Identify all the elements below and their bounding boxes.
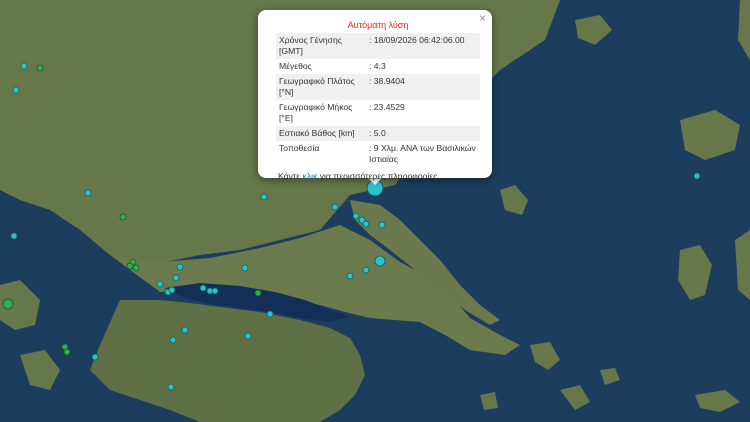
event-marker [241, 264, 249, 272]
table-row: Μέγεθος : 4.3 [276, 59, 480, 74]
event-marker [244, 332, 252, 340]
event-marker [10, 232, 18, 240]
event-marker [211, 287, 219, 295]
event-marker [12, 86, 20, 94]
earthquake-info-popup: × Αυτόματη λύση Χρόνος Γένησης [GMT] : 1… [258, 10, 492, 181]
event-marker [172, 274, 180, 282]
location-value: : 9 Χλμ. ΑΝΑ των Βασιλικών Ιστιαίας [369, 143, 476, 164]
event-marker [362, 266, 370, 274]
event-marker [378, 221, 386, 229]
longitude-label: Γεωγραφικό Μήκος [°E] [279, 102, 353, 123]
event-marker [266, 310, 274, 318]
more-info-link[interactable]: κλικ [303, 171, 318, 181]
event-marker [346, 272, 354, 280]
event-marker [260, 193, 268, 201]
popup-footer: Κάντε κλικ για περισσότερες πληροφορίες [276, 171, 480, 181]
depth-value: : 5.0 [366, 126, 480, 141]
footer-prefix-text: Κάντε [278, 171, 303, 181]
popup-title: Αυτόματη λύση [347, 20, 409, 30]
event-marker [374, 255, 386, 267]
event-marker [693, 172, 701, 180]
event-marker [169, 336, 177, 344]
event-marker [2, 298, 14, 310]
popup-details-table: Χρόνος Γένησης [GMT] : 18/09/2026 06:42:… [276, 33, 480, 167]
table-row: Εστιακό Βάθος [km] : 5.0 [276, 126, 480, 141]
event-marker [331, 203, 339, 211]
table-row: Τοποθεσία : 9 Χλμ. ΑΝΑ των Βασιλικών Ιστ… [276, 141, 480, 167]
latitude-value: : 38.9404 [366, 74, 480, 100]
event-marker [176, 263, 184, 271]
event-marker [181, 326, 189, 334]
event-marker [91, 353, 99, 361]
location-label: Τοποθεσία [279, 143, 320, 153]
footer-suffix-text: για περισσότερες πληροφορίες [317, 171, 438, 181]
event-marker [119, 213, 127, 221]
event-marker [199, 284, 207, 292]
event-marker [156, 280, 164, 288]
latitude-label: Γεωγραφικό Πλάτος [°N] [276, 74, 366, 100]
magnitude-label: Μέγεθος [279, 61, 312, 71]
event-marker [126, 262, 134, 270]
table-row: Γεωγραφικό Πλάτος [°N] : 38.9404 [276, 74, 480, 100]
event-marker [362, 220, 370, 228]
event-marker [168, 286, 176, 294]
earthquake-map[interactable]: × Αυτόματη λύση Χρόνος Γένησης [GMT] : 1… [0, 0, 750, 422]
event-marker [132, 264, 140, 272]
depth-label: Εστιακό Βάθος [km] [276, 126, 366, 141]
close-icon[interactable]: × [479, 12, 486, 24]
origin-time-value: : 18/09/2026 06:42:06.00 [366, 33, 480, 59]
table-row: Χρόνος Γένησης [GMT] : 18/09/2026 06:42:… [276, 33, 480, 59]
event-marker [352, 212, 360, 220]
event-marker [84, 189, 92, 197]
event-marker [36, 64, 44, 72]
table-row: Γεωγραφικό Μήκος [°E] : 23.4529 [276, 100, 480, 126]
event-marker [20, 62, 28, 70]
origin-time-label: Χρόνος Γένησης [GMT] [276, 33, 366, 59]
event-marker [254, 289, 262, 297]
magnitude-value: : 4.3 [369, 61, 386, 71]
event-marker [63, 348, 71, 356]
longitude-value: : 23.4529 [369, 102, 405, 112]
event-marker [167, 383, 175, 391]
